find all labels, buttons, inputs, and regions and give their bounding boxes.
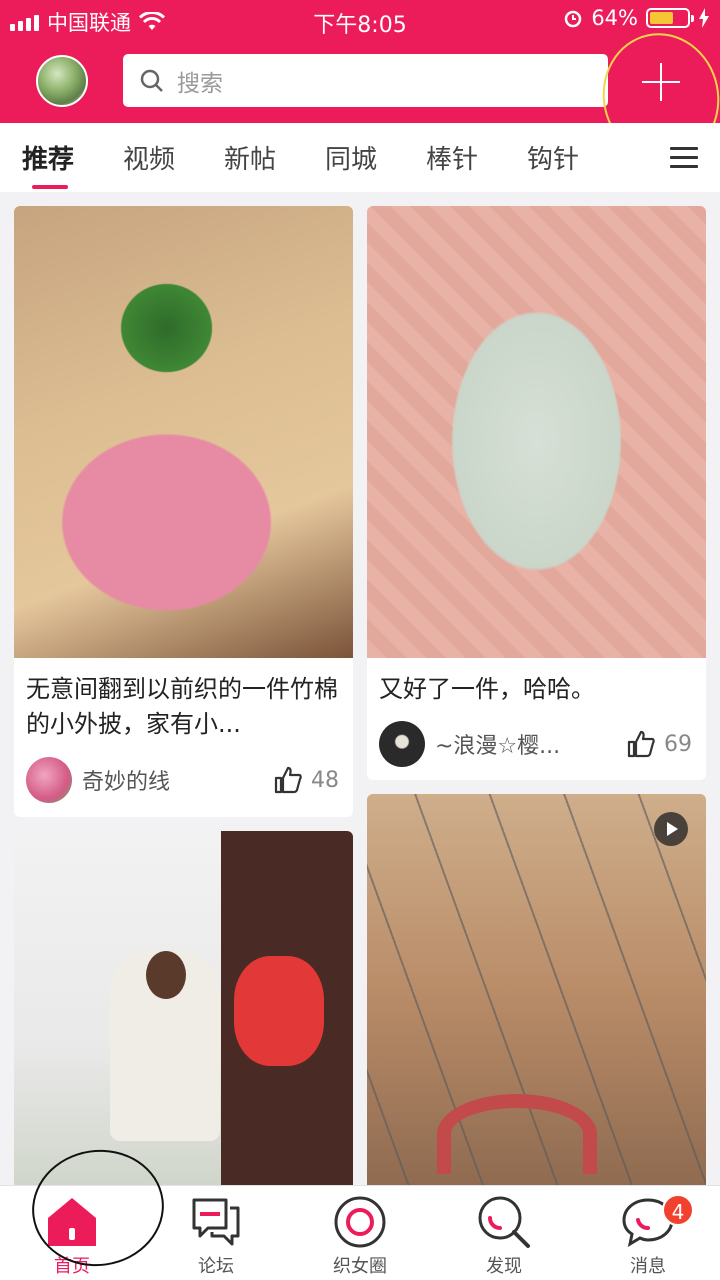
tab-knitting[interactable]: 棒针: [426, 139, 478, 176]
nav-label-forum: 论坛: [198, 1256, 234, 1277]
status-bar: 中国联通 下午8:05 64%: [0, 0, 720, 40]
like-button[interactable]: 48: [273, 765, 339, 795]
video-card[interactable]: [367, 794, 706, 1191]
nav-discover[interactable]: 发现: [432, 1186, 576, 1280]
post-image: [367, 206, 706, 658]
nav-label-messages: 消息: [630, 1256, 666, 1277]
tab-new-posts[interactable]: 新帖: [224, 139, 276, 176]
search-placeholder: 搜索: [177, 70, 223, 97]
nav-messages[interactable]: 4 消息: [576, 1186, 720, 1280]
author-name[interactable]: ~浪漫☆樱...: [435, 728, 626, 760]
search-bar[interactable]: 搜索: [123, 54, 608, 107]
post-title: 又好了一件，哈哈。: [379, 675, 595, 703]
alarm-icon: [565, 10, 582, 28]
tab-same-city[interactable]: 同城: [325, 139, 377, 176]
post-image: [367, 794, 706, 1191]
tab-recommend[interactable]: 推荐: [22, 139, 74, 176]
battery-icon: [646, 8, 694, 28]
forum-icon: [192, 1198, 240, 1246]
nav-circle[interactable]: 织女圈: [288, 1186, 432, 1280]
menu-icon[interactable]: [670, 147, 698, 169]
user-avatar[interactable]: [36, 55, 88, 107]
unread-badge: 4: [662, 1194, 694, 1226]
post-image: [14, 206, 353, 658]
discover-icon: [478, 1196, 530, 1248]
post-card[interactable]: 又好了一件，哈哈。 ~浪漫☆樱... 69: [367, 206, 706, 780]
tab-active-indicator: [32, 185, 68, 189]
battery-percent: 64%: [591, 6, 638, 30]
category-tabs: 推荐 视频 新帖 同城 棒针 钩针: [0, 123, 720, 192]
post-image: [14, 831, 353, 1191]
tab-video[interactable]: 视频: [123, 139, 175, 176]
thumbs-up-icon: [627, 730, 655, 758]
post-title: 无意间翻到以前织的一件竹棉的小外披，家有小...: [26, 675, 338, 738]
post-card[interactable]: [14, 831, 353, 1191]
thumbs-up-icon: [274, 766, 302, 794]
search-icon: [140, 69, 163, 92]
nav-label-circle: 织女圈: [333, 1256, 387, 1277]
like-button[interactable]: 69: [626, 729, 692, 759]
charging-icon: [699, 8, 709, 28]
post-card[interactable]: 无意间翻到以前织的一件竹棉的小外披，家有小... 奇妙的线 48: [14, 206, 353, 817]
top-bar: 中国联通 下午8:05 64% 搜索: [0, 0, 720, 172]
author-avatar[interactable]: [379, 721, 425, 767]
tab-crochet[interactable]: 钩针: [527, 139, 579, 176]
author-name[interactable]: 奇妙的线: [82, 764, 273, 796]
circle-icon: [334, 1196, 386, 1248]
like-count: 48: [311, 767, 339, 793]
like-count: 69: [664, 731, 692, 757]
author-avatar[interactable]: [26, 757, 72, 803]
nav-forum[interactable]: 论坛: [144, 1186, 288, 1280]
nav-label-discover: 发现: [486, 1256, 522, 1277]
play-icon[interactable]: [654, 812, 688, 846]
